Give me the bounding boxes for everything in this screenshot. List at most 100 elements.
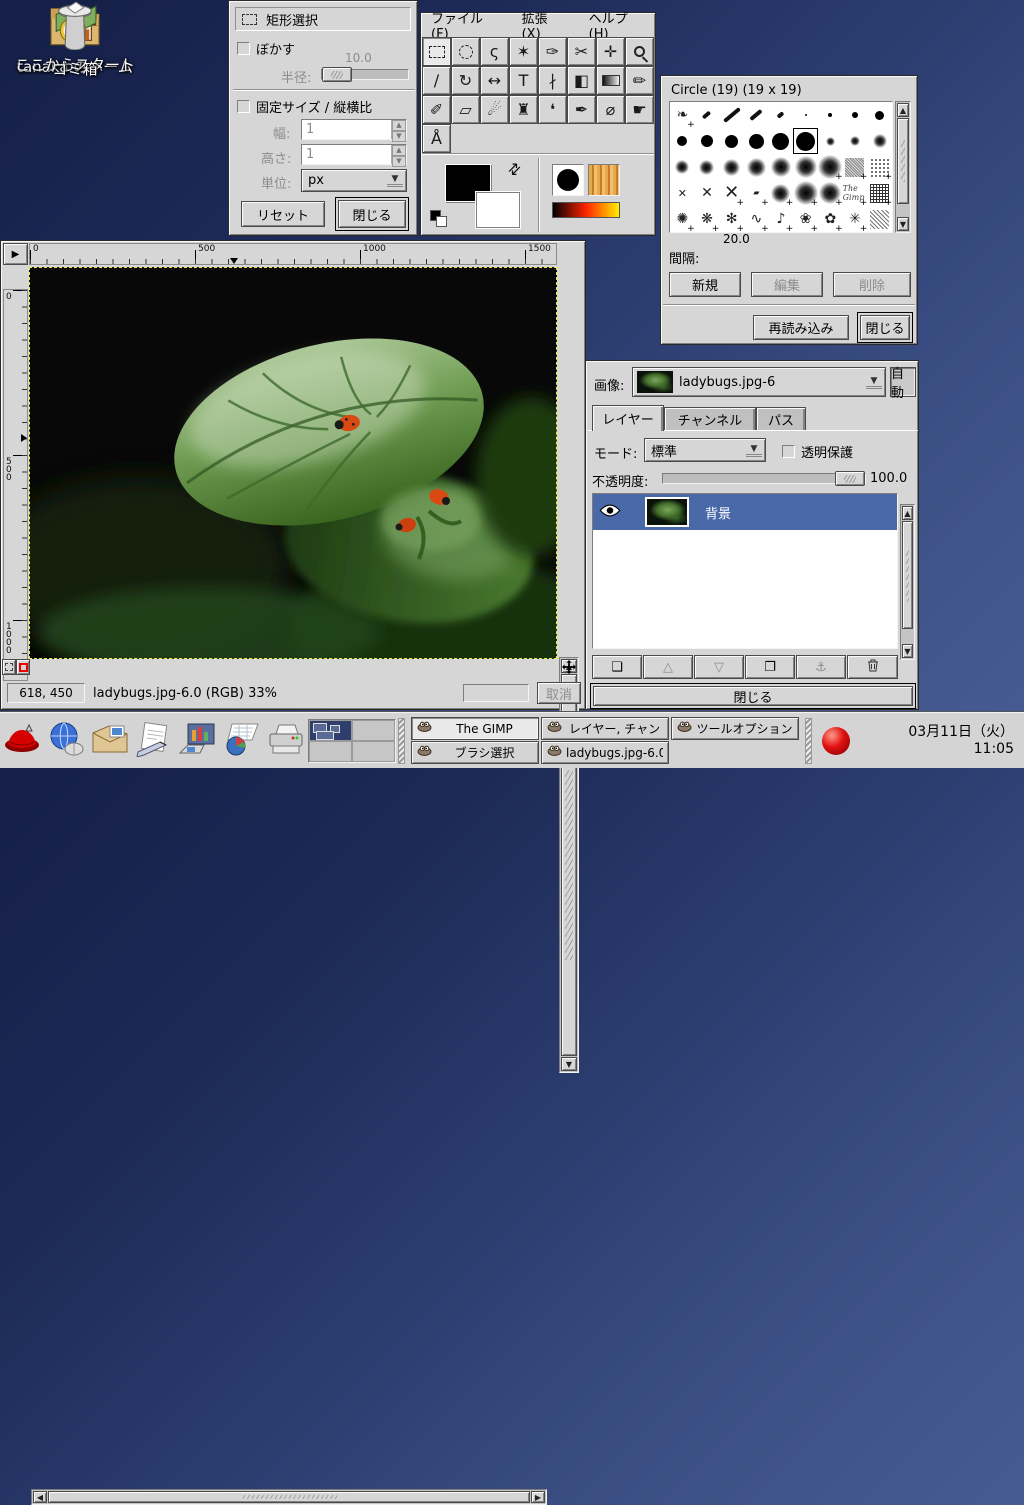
taskbar-window-the-gimp[interactable]: The GIMP [411, 717, 539, 740]
move-tool[interactable]: ✛ [596, 37, 625, 66]
brush-item[interactable] [695, 154, 720, 180]
ink-tool[interactable]: ✒ [567, 95, 596, 124]
brush-close-button[interactable]: 閉じる [860, 315, 910, 340]
brush-item[interactable]: ❋ [695, 206, 720, 232]
cancel-button[interactable]: 取消 [537, 682, 581, 704]
brush-scrollbar-thumb[interactable] [897, 118, 909, 204]
layer-list-scrollbar[interactable]: ▲ ▼ [900, 504, 915, 660]
flip-tool[interactable]: ↔ [480, 66, 509, 95]
scroll-down-icon[interactable]: ▼ [897, 217, 909, 231]
brush-item[interactable] [769, 128, 794, 154]
horizontal-scrollbar[interactable]: ◀ ▶ [31, 1489, 547, 1505]
brush-item[interactable] [793, 154, 818, 180]
ellipse-select-tool[interactable] [451, 37, 480, 66]
web-browser-button[interactable] [44, 717, 88, 765]
taskbar-window--[interactable]: ブラシ選択 [411, 741, 539, 764]
convolve-tool[interactable]: ❛ [538, 95, 567, 124]
active-gradient-preview[interactable] [552, 202, 620, 218]
brush-item[interactable]: ♪ [769, 206, 794, 232]
airbrush-tool[interactable]: ☄ [480, 95, 509, 124]
taskbar-window-ladybugs-jpg-6-0[interactable]: ladybugs.jpg-6.0 [541, 741, 669, 764]
brush-item[interactable] [843, 128, 868, 154]
workspace-4[interactable] [352, 741, 395, 762]
brush-item[interactable] [818, 154, 843, 180]
height-field[interactable]: 1 ▲▼ [301, 144, 407, 165]
opacity-slider[interactable] [662, 473, 866, 484]
brush-item[interactable] [744, 102, 769, 128]
workspace-2[interactable] [352, 720, 395, 741]
brush-item[interactable] [843, 154, 868, 180]
workspace-1[interactable] [309, 720, 352, 741]
brush-edit-button[interactable]: 編集 [751, 272, 823, 297]
brush-item[interactable]: ✺ [670, 206, 695, 232]
fuzzy-select-tool[interactable]: ✶ [509, 37, 538, 66]
keep-trans-checkbox-box[interactable] [782, 445, 795, 458]
blend-tool[interactable] [596, 66, 625, 95]
lower-layer-button[interactable]: ▽ [694, 655, 744, 679]
tab-channels[interactable]: チャンネル [664, 407, 756, 431]
brush-item[interactable]: ❀ [793, 206, 818, 232]
brush-item[interactable] [670, 154, 695, 180]
image-canvas[interactable] [29, 267, 557, 659]
crop-tool[interactable]: ∕ [422, 66, 451, 95]
brush-item[interactable] [719, 102, 744, 128]
brush-item[interactable] [670, 128, 695, 154]
brush-item[interactable] [793, 180, 818, 206]
raise-layer-button[interactable]: △ [643, 655, 693, 679]
brush-scrollbar[interactable]: ▲ ▼ [895, 101, 911, 233]
opacity-slider-thumb[interactable] [835, 471, 865, 486]
brush-refresh-button[interactable]: 再読み込み [753, 315, 849, 340]
bucket-fill-tool[interactable]: ◧ [567, 66, 596, 95]
taskbar-window--[interactable]: ツールオプション [671, 717, 799, 740]
brush-item[interactable] [867, 128, 892, 154]
tool-options-close-button[interactable]: 閉じる [338, 200, 406, 228]
scissors-tool[interactable]: ✂ [567, 37, 596, 66]
color-picker-tool[interactable]: ∤ [538, 66, 567, 95]
width-spin-buttons[interactable]: ▲▼ [391, 120, 406, 139]
brush-item[interactable] [744, 128, 769, 154]
bezier-select-tool[interactable]: ✑ [538, 37, 567, 66]
panel-handle[interactable] [398, 718, 405, 764]
panel-handle[interactable] [805, 718, 812, 764]
measure-tool[interactable]: Å [422, 124, 451, 153]
height-spin-buttons[interactable]: ▲▼ [391, 145, 406, 164]
quickmask-on-button[interactable] [16, 659, 30, 675]
desktop-icon-trash[interactable]: ゴミ箱 [0, 0, 150, 79]
main-menu-button[interactable] [0, 717, 44, 765]
radius-slider-thumb[interactable] [322, 67, 352, 82]
printer-button[interactable] [264, 717, 308, 765]
horizontal-scrollbar-thumb[interactable] [48, 1491, 530, 1503]
transform-tool[interactable]: ↻ [451, 66, 480, 95]
word-processor-button[interactable] [132, 717, 176, 765]
background-color-swatch[interactable] [476, 192, 520, 228]
brush-delete-button[interactable]: 削除 [833, 272, 911, 297]
width-field[interactable]: 1 ▲▼ [301, 119, 407, 140]
feather-checkbox-box[interactable] [237, 42, 250, 55]
unit-combo[interactable]: px ▼ [301, 169, 407, 192]
brush-item[interactable]: ✕ [719, 180, 744, 206]
visibility-eye-icon[interactable] [599, 504, 621, 521]
brush-item[interactable] [744, 154, 769, 180]
rect-select-tool[interactable] [422, 37, 451, 66]
brush-item[interactable] [867, 154, 892, 180]
quickmask-off-button[interactable] [2, 659, 16, 675]
brush-item[interactable] [695, 128, 720, 154]
brush-item[interactable]: ✻ [719, 206, 744, 232]
fixed-size-checkbox[interactable]: 固定サイズ / 縦横比 [237, 97, 372, 116]
active-brush-preview[interactable] [552, 164, 584, 196]
brush-item[interactable] [719, 154, 744, 180]
vertical-ruler[interactable]: 05 0 01 0 0 0 [3, 289, 28, 681]
brush-item[interactable] [793, 102, 818, 128]
brush-item[interactable] [867, 102, 892, 128]
brush-item[interactable]: ∿ [744, 206, 769, 232]
presentation-button[interactable] [176, 717, 220, 765]
brush-item[interactable]: ❧ [670, 102, 695, 128]
width-value[interactable]: 1 [302, 120, 391, 139]
brush-item[interactable]: ▰ [744, 180, 769, 206]
keep-trans-checkbox[interactable]: 透明保護 [782, 442, 853, 461]
feather-checkbox[interactable]: ぼかす [237, 39, 295, 58]
scroll-down-icon[interactable]: ▼ [561, 1057, 577, 1071]
taskbar-window--[interactable]: レイヤー, チャン [541, 717, 669, 740]
navigation-button[interactable] [559, 659, 579, 675]
brush-item[interactable] [843, 102, 868, 128]
